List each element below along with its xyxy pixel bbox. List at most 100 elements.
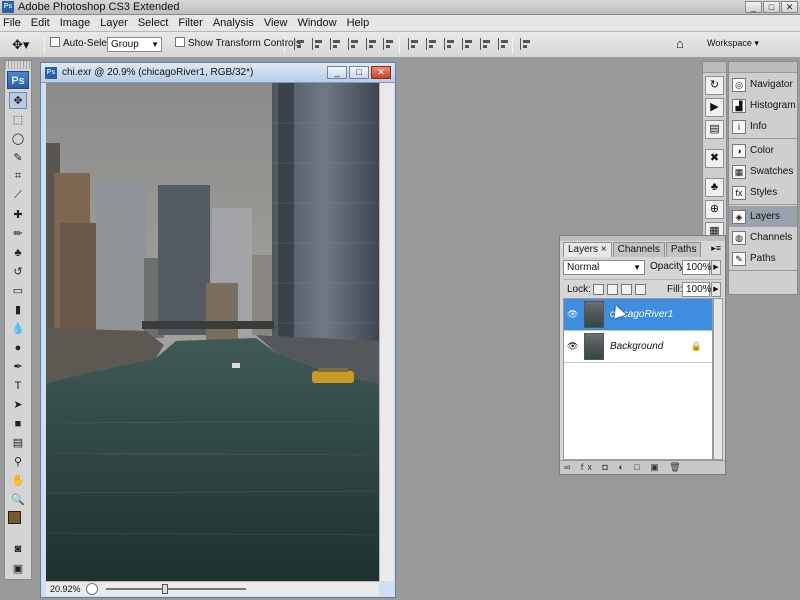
menu-edit[interactable]: Edit [26, 15, 55, 31]
menu-layer[interactable]: Layer [95, 15, 133, 31]
move-tool-preset-icon[interactable]: ✥▾ [12, 37, 29, 53]
history-brush-tool-icon[interactable]: ↺ [9, 263, 27, 280]
menu-filter[interactable]: Filter [173, 15, 207, 31]
brushes-panel-icon[interactable]: ♣ [705, 178, 724, 197]
menu-help[interactable]: Help [342, 15, 375, 31]
type-tool-icon[interactable]: T [9, 377, 27, 394]
brush-tool-icon[interactable]: ✏ [9, 225, 27, 242]
actions-panel-icon[interactable]: ▶ [705, 98, 724, 117]
dock-color[interactable]: ◑ Color [729, 140, 797, 161]
dock-paths[interactable]: ✎ Paths [729, 248, 797, 269]
stamp-tool-icon[interactable]: ♣ [9, 244, 27, 261]
tab-channels[interactable]: Channels [612, 242, 665, 257]
distribute-top-icon[interactable] [408, 38, 420, 50]
dock-channels[interactable]: ◍ Channels [729, 227, 797, 248]
document-close-button[interactable]: ✕ [371, 66, 391, 79]
auto-select-dropdown[interactable]: Group ▼ [107, 37, 162, 52]
menu-analysis[interactable]: Analysis [208, 15, 259, 31]
workspace-menu[interactable]: Workspace ▾ [707, 38, 759, 49]
layer-comps-panel-icon[interactable]: ▤ [705, 120, 724, 139]
lasso-tool-icon[interactable]: ◯ [9, 130, 27, 147]
panel-grip[interactable] [560, 236, 725, 241]
align-vcenter-icon[interactable] [312, 38, 324, 50]
image-canvas[interactable] [46, 83, 379, 581]
lock-pixels-icon[interactable] [607, 284, 618, 295]
lock-position-icon[interactable] [621, 284, 632, 295]
panel-menu-icon[interactable]: ▸≡ [711, 243, 721, 254]
screen-mode-icon[interactable]: ▣ [9, 560, 27, 577]
eye-icon[interactable]: 👁 [567, 309, 579, 319]
move-tool-icon[interactable]: ✥ [9, 92, 27, 109]
eraser-tool-icon[interactable]: ▭ [9, 282, 27, 299]
distribute-left-icon[interactable] [462, 38, 474, 50]
dock-navigator[interactable]: ◎ Navigator [729, 74, 797, 95]
foreground-color-swatch[interactable] [8, 511, 21, 524]
zoom-out-icon[interactable] [86, 583, 98, 595]
zoom-level[interactable]: 20.92% [50, 584, 81, 594]
align-hcenter-icon[interactable] [366, 38, 378, 50]
menu-image[interactable]: Image [55, 15, 96, 31]
layers-scrollbar[interactable] [713, 298, 723, 460]
lock-all-icon[interactable] [635, 284, 646, 295]
quick-select-tool-icon[interactable]: ✎ [9, 149, 27, 166]
dock-grip[interactable] [703, 62, 726, 73]
eye-icon[interactable]: 👁 [567, 341, 579, 351]
crop-tool-icon[interactable]: ⌗ [9, 168, 27, 185]
align-left-icon[interactable] [348, 38, 360, 50]
gradient-tool-icon[interactable]: ▮ [9, 301, 27, 318]
dodge-tool-icon[interactable]: ● [9, 339, 27, 356]
dock-styles[interactable]: fx Styles [729, 182, 797, 203]
align-bottom-icon[interactable] [330, 38, 342, 50]
zoom-slider[interactable] [106, 588, 246, 590]
fill-input[interactable]: 100% [682, 282, 712, 297]
close-button[interactable]: ✕ [781, 1, 798, 13]
clone-source-panel-icon[interactable]: ⊕ [705, 200, 724, 219]
document-title-bar[interactable]: Ps chi.exr @ 20.9% (chicagoRiver1, RGB/3… [41, 63, 395, 83]
distribute-vcenter-icon[interactable] [426, 38, 438, 50]
document-minimize-button[interactable]: _ [327, 66, 347, 79]
fill-arrow-icon[interactable]: ▶ [711, 282, 721, 297]
opacity-input[interactable]: 100% [682, 260, 712, 275]
panel-grip[interactable] [5, 61, 31, 69]
zoom-slider-knob[interactable] [162, 584, 168, 594]
distribute-right-icon[interactable] [498, 38, 510, 50]
notes-tool-icon[interactable]: ▤ [9, 434, 27, 451]
blur-tool-icon[interactable]: 💧 [9, 320, 27, 337]
distribute-hcenter-icon[interactable] [480, 38, 492, 50]
align-right-icon[interactable] [383, 38, 395, 50]
show-transform-checkbox[interactable]: Show Transform Controls [175, 37, 301, 49]
layer-thumbnail[interactable] [584, 333, 604, 360]
slice-tool-icon[interactable]: ⟋ [9, 187, 27, 204]
dock-histogram[interactable]: ▟ Histogram [729, 95, 797, 116]
lock-transparency-icon[interactable] [593, 284, 604, 295]
align-top-icon[interactable] [294, 38, 306, 50]
minimize-button[interactable]: _ [745, 1, 762, 13]
dock-grip[interactable] [729, 62, 797, 73]
tab-paths[interactable]: Paths [665, 242, 702, 257]
layer-row-background[interactable]: 👁 Background 🔒 [564, 331, 712, 363]
auto-align-icon[interactable] [520, 38, 532, 50]
menu-file[interactable]: File [0, 15, 26, 31]
hand-tool-icon[interactable]: ✋ [9, 472, 27, 489]
blend-mode-dropdown[interactable]: Normal ▼ [563, 260, 645, 275]
menu-view[interactable]: View [259, 15, 293, 31]
opacity-arrow-icon[interactable]: ▶ [711, 260, 721, 275]
path-select-tool-icon[interactable]: ➤ [9, 396, 27, 413]
menu-window[interactable]: Window [292, 15, 341, 31]
history-panel-icon[interactable]: ↻ [705, 76, 724, 95]
maximize-button[interactable]: □ [763, 1, 780, 13]
pen-tool-icon[interactable]: ✒ [9, 358, 27, 375]
eyedropper-tool-icon[interactable]: ⚲ [9, 453, 27, 470]
vertical-scrollbar[interactable] [379, 83, 394, 581]
layers-footer-buttons[interactable]: ∞ fx ◘ ◐ □ ▣ 🗑 [560, 460, 725, 474]
tool-presets-panel-icon[interactable]: ✖ [705, 149, 724, 168]
quick-mask-icon[interactable]: ◙ [9, 540, 27, 557]
menu-select[interactable]: Select [133, 15, 174, 31]
zoom-tool-icon[interactable]: 🔍 [9, 491, 27, 508]
bridge-icon[interactable]: ⌂ [676, 36, 684, 51]
layer-name[interactable]: Background [610, 341, 663, 352]
document-maximize-button[interactable]: □ [349, 66, 369, 79]
marquee-tool-icon[interactable]: ⬚ [9, 111, 27, 128]
tab-layers[interactable]: Layers × [563, 242, 612, 257]
healing-tool-icon[interactable]: ✚ [9, 206, 27, 223]
